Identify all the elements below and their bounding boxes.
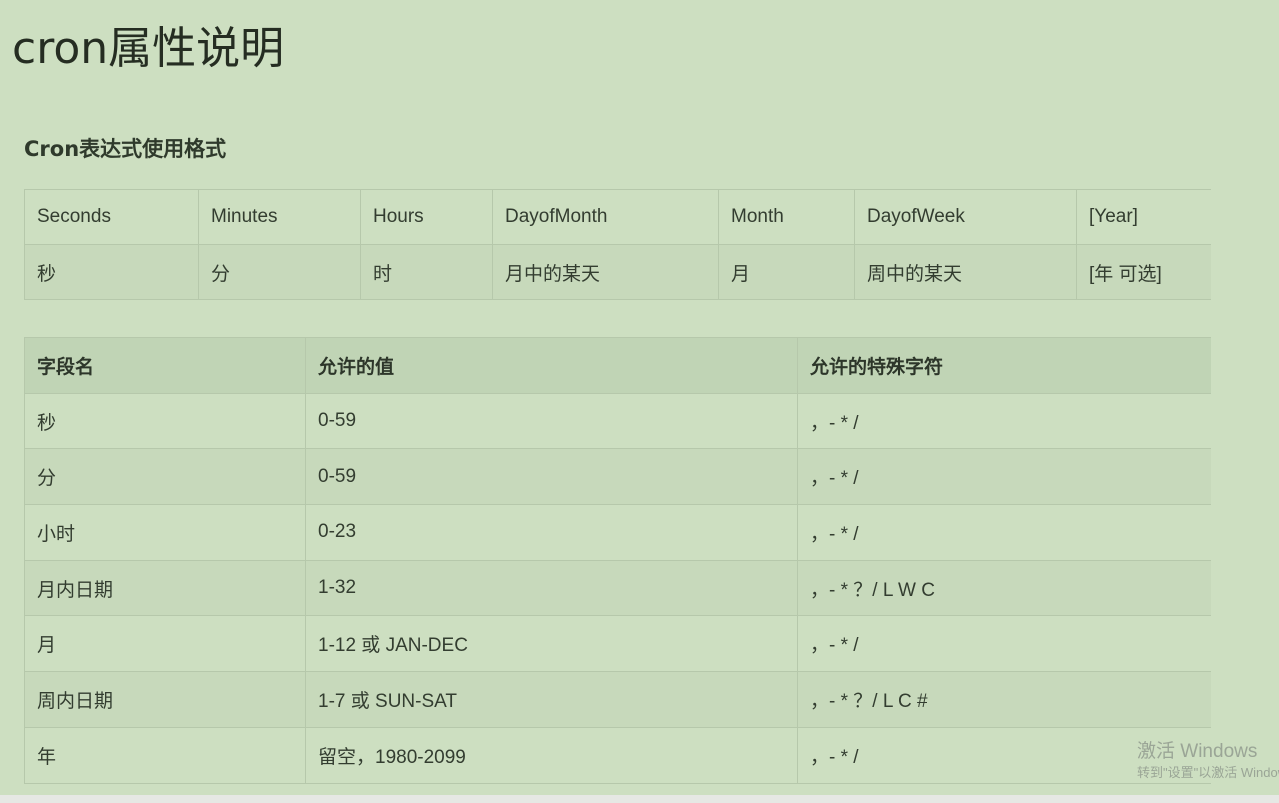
special-chars-cell: ，- * / <box>797 504 1212 561</box>
field-name-cell: 秒 <box>24 392 306 450</box>
special-chars-cell: ，- * ？/ L W C <box>797 559 1212 617</box>
format-cell: 分 <box>198 244 361 300</box>
format-cell: 月中的某天 <box>492 244 719 300</box>
format-cell: 周中的某天 <box>854 244 1077 300</box>
special-chars-cell: ，- * / <box>797 392 1212 450</box>
special-chars-cell: ，- * / <box>797 615 1212 673</box>
content-clip-edge <box>1211 185 1279 795</box>
cron-format-table: Seconds Minutes Hours DayofMonth Month D… <box>24 189 1212 300</box>
field-name-cell: 月内日期 <box>24 559 306 617</box>
format-cell: 时 <box>360 244 493 300</box>
watermark-hint: 转到"设置"以激活 Windows。 <box>1137 765 1279 780</box>
section-subtitle: Cron表达式使用格式 <box>24 137 227 161</box>
table-row: 小时 0-23 ，- * / <box>24 504 1212 561</box>
table-row: 月 1-12 或 JAN-DEC ，- * / <box>24 615 1212 673</box>
table-row: 分 0-59 ，- * / <box>24 448 1212 506</box>
field-name-cell: 小时 <box>24 504 306 561</box>
format-row-chinese: 秒 分 时 月中的某天 月 周中的某天 [年 可选] <box>24 244 1212 300</box>
format-cell: 月 <box>718 244 855 300</box>
watermark-title: 激活 Windows <box>1137 741 1258 762</box>
field-name-cell: 年 <box>24 726 306 784</box>
allowed-values-cell: 留空，1980-2099 <box>305 726 798 784</box>
field-name-cell: 月 <box>24 615 306 673</box>
special-chars-cell: ，- * / <box>797 448 1212 506</box>
format-cell: [Year] <box>1076 189 1212 245</box>
allowed-values-cell: 1-7 或 SUN-SAT <box>305 671 798 728</box>
format-cell: DayofMonth <box>492 189 719 245</box>
page-title: cron属性说明 <box>12 23 285 74</box>
format-cell: Seconds <box>24 189 199 245</box>
column-header: 允许的特殊字符 <box>797 337 1212 394</box>
table-header-row: 字段名 允许的值 允许的特殊字符 <box>24 337 1212 394</box>
field-name-cell: 周内日期 <box>24 671 306 728</box>
column-header: 允许的值 <box>305 337 798 394</box>
table-row: 年 留空，1980-2099 ，- * / <box>24 726 1212 784</box>
format-cell: Month <box>718 189 855 245</box>
bottom-edge-strip <box>0 795 1279 803</box>
allowed-values-cell: 0-23 <box>305 504 798 561</box>
allowed-values-cell: 0-59 <box>305 392 798 450</box>
format-cell: [年 可选] <box>1076 244 1212 300</box>
format-row-english: Seconds Minutes Hours DayofMonth Month D… <box>24 189 1212 245</box>
cron-fields-table: 字段名 允许的值 允许的特殊字符 秒 0-59 ，- * / 分 0-59 ，-… <box>24 337 1212 784</box>
allowed-values-cell: 1-32 <box>305 559 798 617</box>
windows-activation-watermark: 激活 Windows 转到"设置"以激活 Windows。 <box>1137 740 1279 782</box>
table-row: 周内日期 1-7 或 SUN-SAT ，- * ？/ L C # <box>24 671 1212 728</box>
table-row: 秒 0-59 ，- * / <box>24 392 1212 450</box>
allowed-values-cell: 0-59 <box>305 448 798 506</box>
allowed-values-cell: 1-12 或 JAN-DEC <box>305 615 798 673</box>
field-name-cell: 分 <box>24 448 306 506</box>
column-header: 字段名 <box>24 337 306 394</box>
format-cell: 秒 <box>24 244 199 300</box>
format-cell: DayofWeek <box>854 189 1077 245</box>
format-cell: Hours <box>360 189 493 245</box>
table-row: 月内日期 1-32 ，- * ？/ L W C <box>24 559 1212 617</box>
special-chars-cell: ，- * ？/ L C # <box>797 671 1212 728</box>
format-cell: Minutes <box>198 189 361 245</box>
